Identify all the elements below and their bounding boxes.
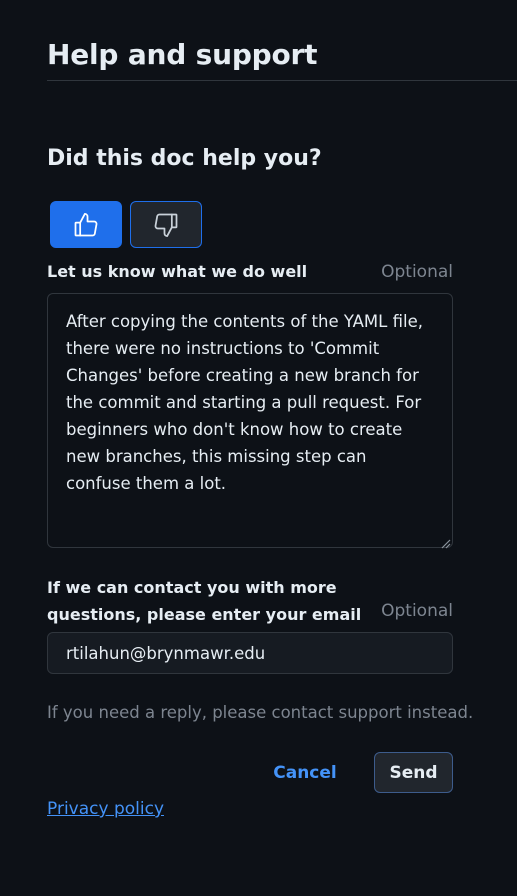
resize-handle-icon[interactable] (439, 534, 451, 549)
thumbs-down-icon (152, 211, 180, 239)
help-and-support-panel: Help and support Did this doc help you? … (0, 0, 517, 896)
send-button[interactable]: Send (374, 752, 453, 793)
feedback-question: Did this doc help you? (47, 146, 322, 171)
thumbs-up-button[interactable] (50, 201, 122, 248)
cancel-button[interactable]: Cancel (268, 752, 342, 793)
email-input[interactable] (47, 632, 453, 674)
support-note: If you need a reply, please contact supp… (47, 703, 474, 722)
comment-optional-hint: Optional (381, 262, 453, 282)
privacy-policy-link[interactable]: Privacy policy (47, 799, 164, 819)
email-optional-hint: Optional (381, 601, 453, 621)
title-divider (47, 80, 517, 81)
comment-textarea[interactable]: After copying the contents of the YAML f… (47, 293, 453, 548)
comment-label: Let us know what we do well (47, 262, 308, 281)
thumbs-down-button[interactable] (130, 201, 202, 248)
thumbs-up-icon (72, 211, 100, 239)
page-title: Help and support (47, 38, 318, 71)
